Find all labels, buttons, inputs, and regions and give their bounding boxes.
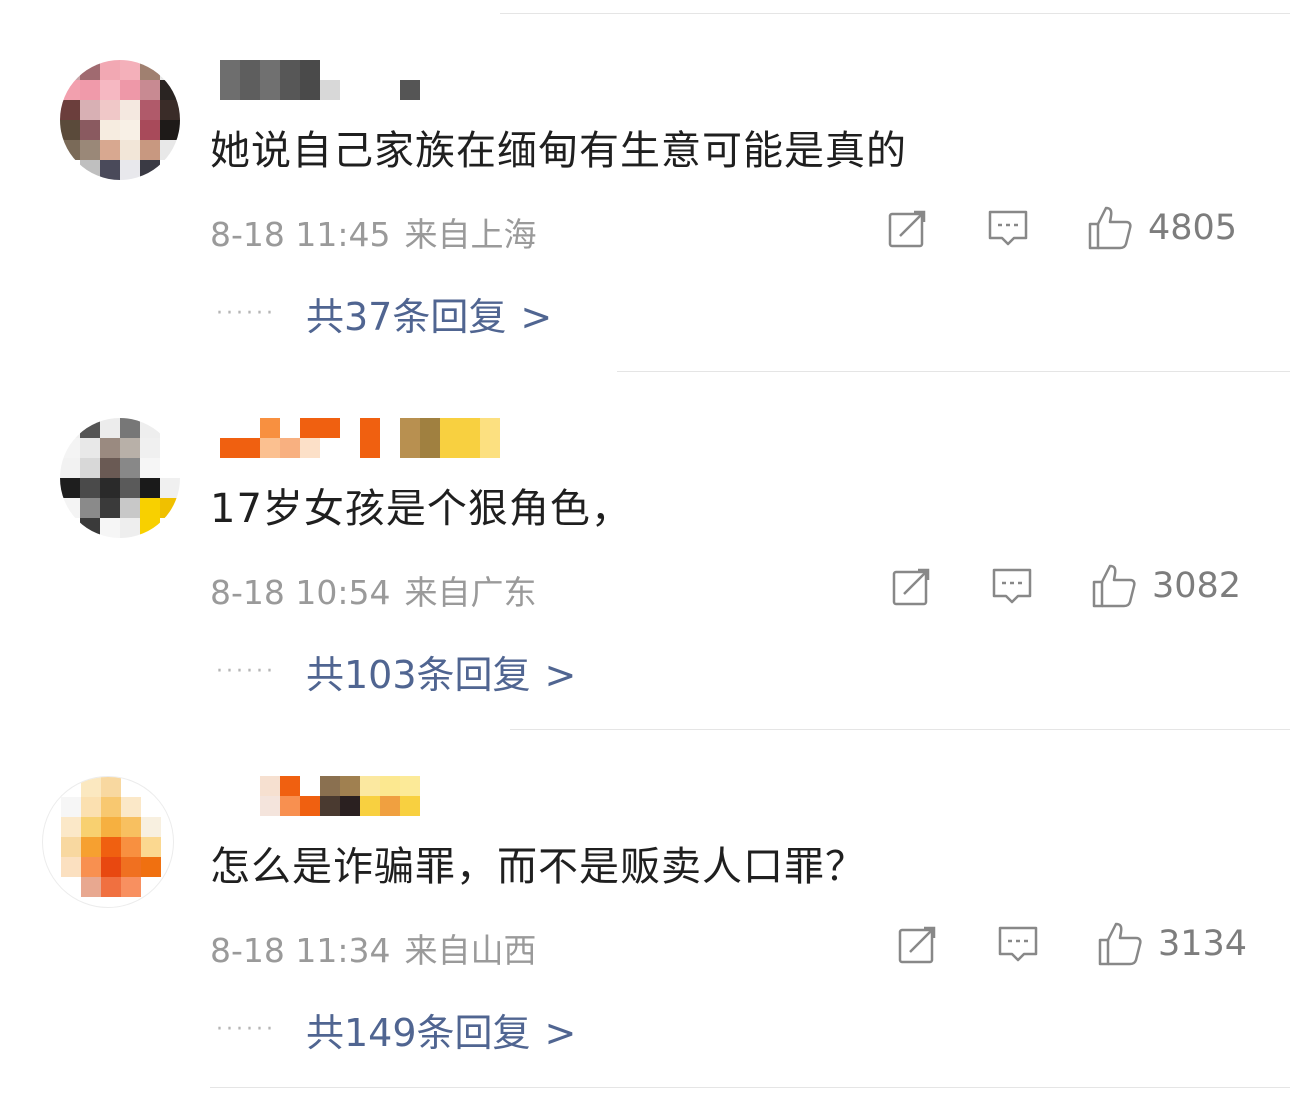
chevron-right-icon: > (520, 294, 553, 339)
comment-time: 8-18 10:54 (210, 573, 391, 612)
share-button[interactable] (886, 204, 930, 252)
thumbs-up-icon (1090, 562, 1138, 610)
divider-top (500, 13, 1290, 14)
comment-button[interactable] (986, 204, 1030, 252)
comment-actions: 3082 (890, 562, 1246, 610)
reply-dots: ······ (216, 658, 276, 684)
replies-row: ······ 共149条回复 > (216, 1002, 576, 1057)
comment-time: 8-18 11:45 (210, 215, 391, 254)
share-button[interactable] (890, 562, 934, 610)
like-button[interactable]: 3134 (1096, 920, 1247, 968)
avatar[interactable] (42, 776, 174, 908)
chevron-right-icon: > (544, 1010, 577, 1055)
thumbs-up-icon (1096, 920, 1144, 968)
like-button[interactable]: 3082 (1090, 562, 1241, 610)
share-button[interactable] (896, 920, 940, 968)
comment-location: 来自上海 (404, 215, 537, 254)
replies-label: 共103条回复 (306, 652, 531, 697)
comment-location: 来自山西 (404, 931, 537, 970)
comment-icon (990, 564, 1034, 608)
comment-time: 8-18 11:34 (210, 931, 391, 970)
divider (617, 371, 1290, 372)
view-replies-link[interactable]: 共37条回复 > (306, 286, 552, 341)
view-replies-link[interactable]: 共149条回复 > (306, 1002, 576, 1057)
comment-meta: 8-18 10:54 来自广东 (210, 566, 537, 614)
reply-dots: ······ (216, 300, 276, 326)
replies-row: ······ 共37条回复 > (216, 286, 552, 341)
divider (510, 729, 1290, 730)
comment-meta: 8-18 11:45 来自上海 (210, 208, 537, 256)
avatar[interactable] (60, 60, 180, 180)
share-icon (890, 564, 934, 608)
comment-meta: 8-18 11:34 来自山西 (210, 924, 537, 972)
like-count: 3082 (1152, 566, 1242, 606)
comment-text: 17岁女孩是个狠角色， (210, 486, 632, 532)
replies-label: 共37条回复 (306, 294, 507, 339)
comment-actions: 4805 (886, 204, 1246, 252)
comment-icon (996, 922, 1040, 966)
like-count: 4805 (1148, 208, 1238, 248)
reply-dots: ······ (216, 1016, 276, 1042)
username-pixelated[interactable] (220, 60, 520, 100)
chevron-right-icon: > (544, 652, 577, 697)
avatar[interactable] (60, 418, 180, 538)
username-pixelated[interactable] (220, 418, 520, 458)
replies-row: ······ 共103条回复 > (216, 644, 576, 699)
comment-location: 来自广东 (404, 573, 537, 612)
like-count: 3134 (1158, 924, 1248, 964)
comment-button[interactable] (996, 920, 1040, 968)
divider (210, 1087, 1290, 1088)
share-icon (886, 206, 930, 250)
comment-actions: 3134 (896, 920, 1247, 968)
comment-text: 她说自己家族在缅甸有生意可能是真的 (210, 128, 907, 174)
thumbs-up-icon (1086, 204, 1134, 252)
replies-label: 共149条回复 (306, 1010, 531, 1055)
like-button[interactable]: 4805 (1086, 204, 1237, 252)
comment-icon (986, 206, 1030, 250)
share-icon (896, 922, 940, 966)
comment-button[interactable] (990, 562, 1034, 610)
comment-text: 怎么是诈骗罪，而不是贩卖人口罪？ (210, 844, 866, 890)
view-replies-link[interactable]: 共103条回复 > (306, 644, 576, 699)
username-pixelated[interactable] (220, 776, 520, 816)
